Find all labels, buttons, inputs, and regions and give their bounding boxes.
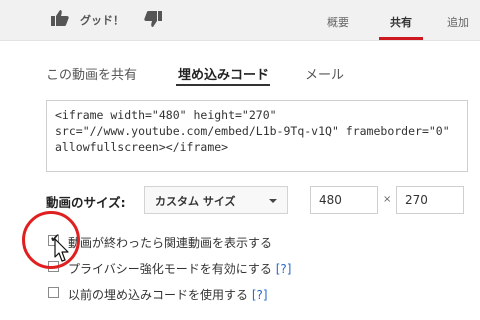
times-separator: × [383,194,392,205]
option-label: プライバシー強化モードを有効にする [?] [68,262,292,276]
highlight-circle [22,211,80,269]
like-label[interactable]: グッド！ [80,12,124,28]
thumbs-up-icon[interactable] [50,9,70,27]
height-input[interactable]: 270 [396,186,464,214]
video-size-label: 動画のサイズ: [46,195,126,210]
active-tab-indicator [379,37,423,40]
tab-share[interactable]: 共有 [390,14,412,30]
subtab-embed-code[interactable]: 埋め込みコード [178,64,269,83]
active-subtab-indicator [176,84,270,86]
subtab-email[interactable]: メール [305,64,344,83]
chevron-down-icon [269,199,277,203]
thumbs-down-icon[interactable] [143,10,163,28]
video-size-select[interactable]: カスタム サイズ [144,186,288,214]
action-bar: グッド！ 概要 共有 追加 [0,0,480,41]
mouse-cursor-icon [54,238,69,262]
help-link[interactable]: [?] [276,262,292,276]
video-size-select-value: カスタム サイズ [155,195,236,208]
embed-code-textarea[interactable]: <iframe width="480" height="270" src="//… [46,100,468,172]
tab-overview[interactable]: 概要 [327,14,349,30]
old-embed-checkbox[interactable] [48,287,59,298]
tab-add[interactable]: 追加 [447,14,469,30]
width-input[interactable]: 480 [310,186,378,214]
subtab-share-video[interactable]: この動画を共有 [46,64,137,83]
option-label: 動画が終わったら関連動画を表示する [68,236,273,250]
option-label: 以前の埋め込みコードを使用する [?] [68,288,268,302]
help-link[interactable]: [?] [252,288,268,302]
